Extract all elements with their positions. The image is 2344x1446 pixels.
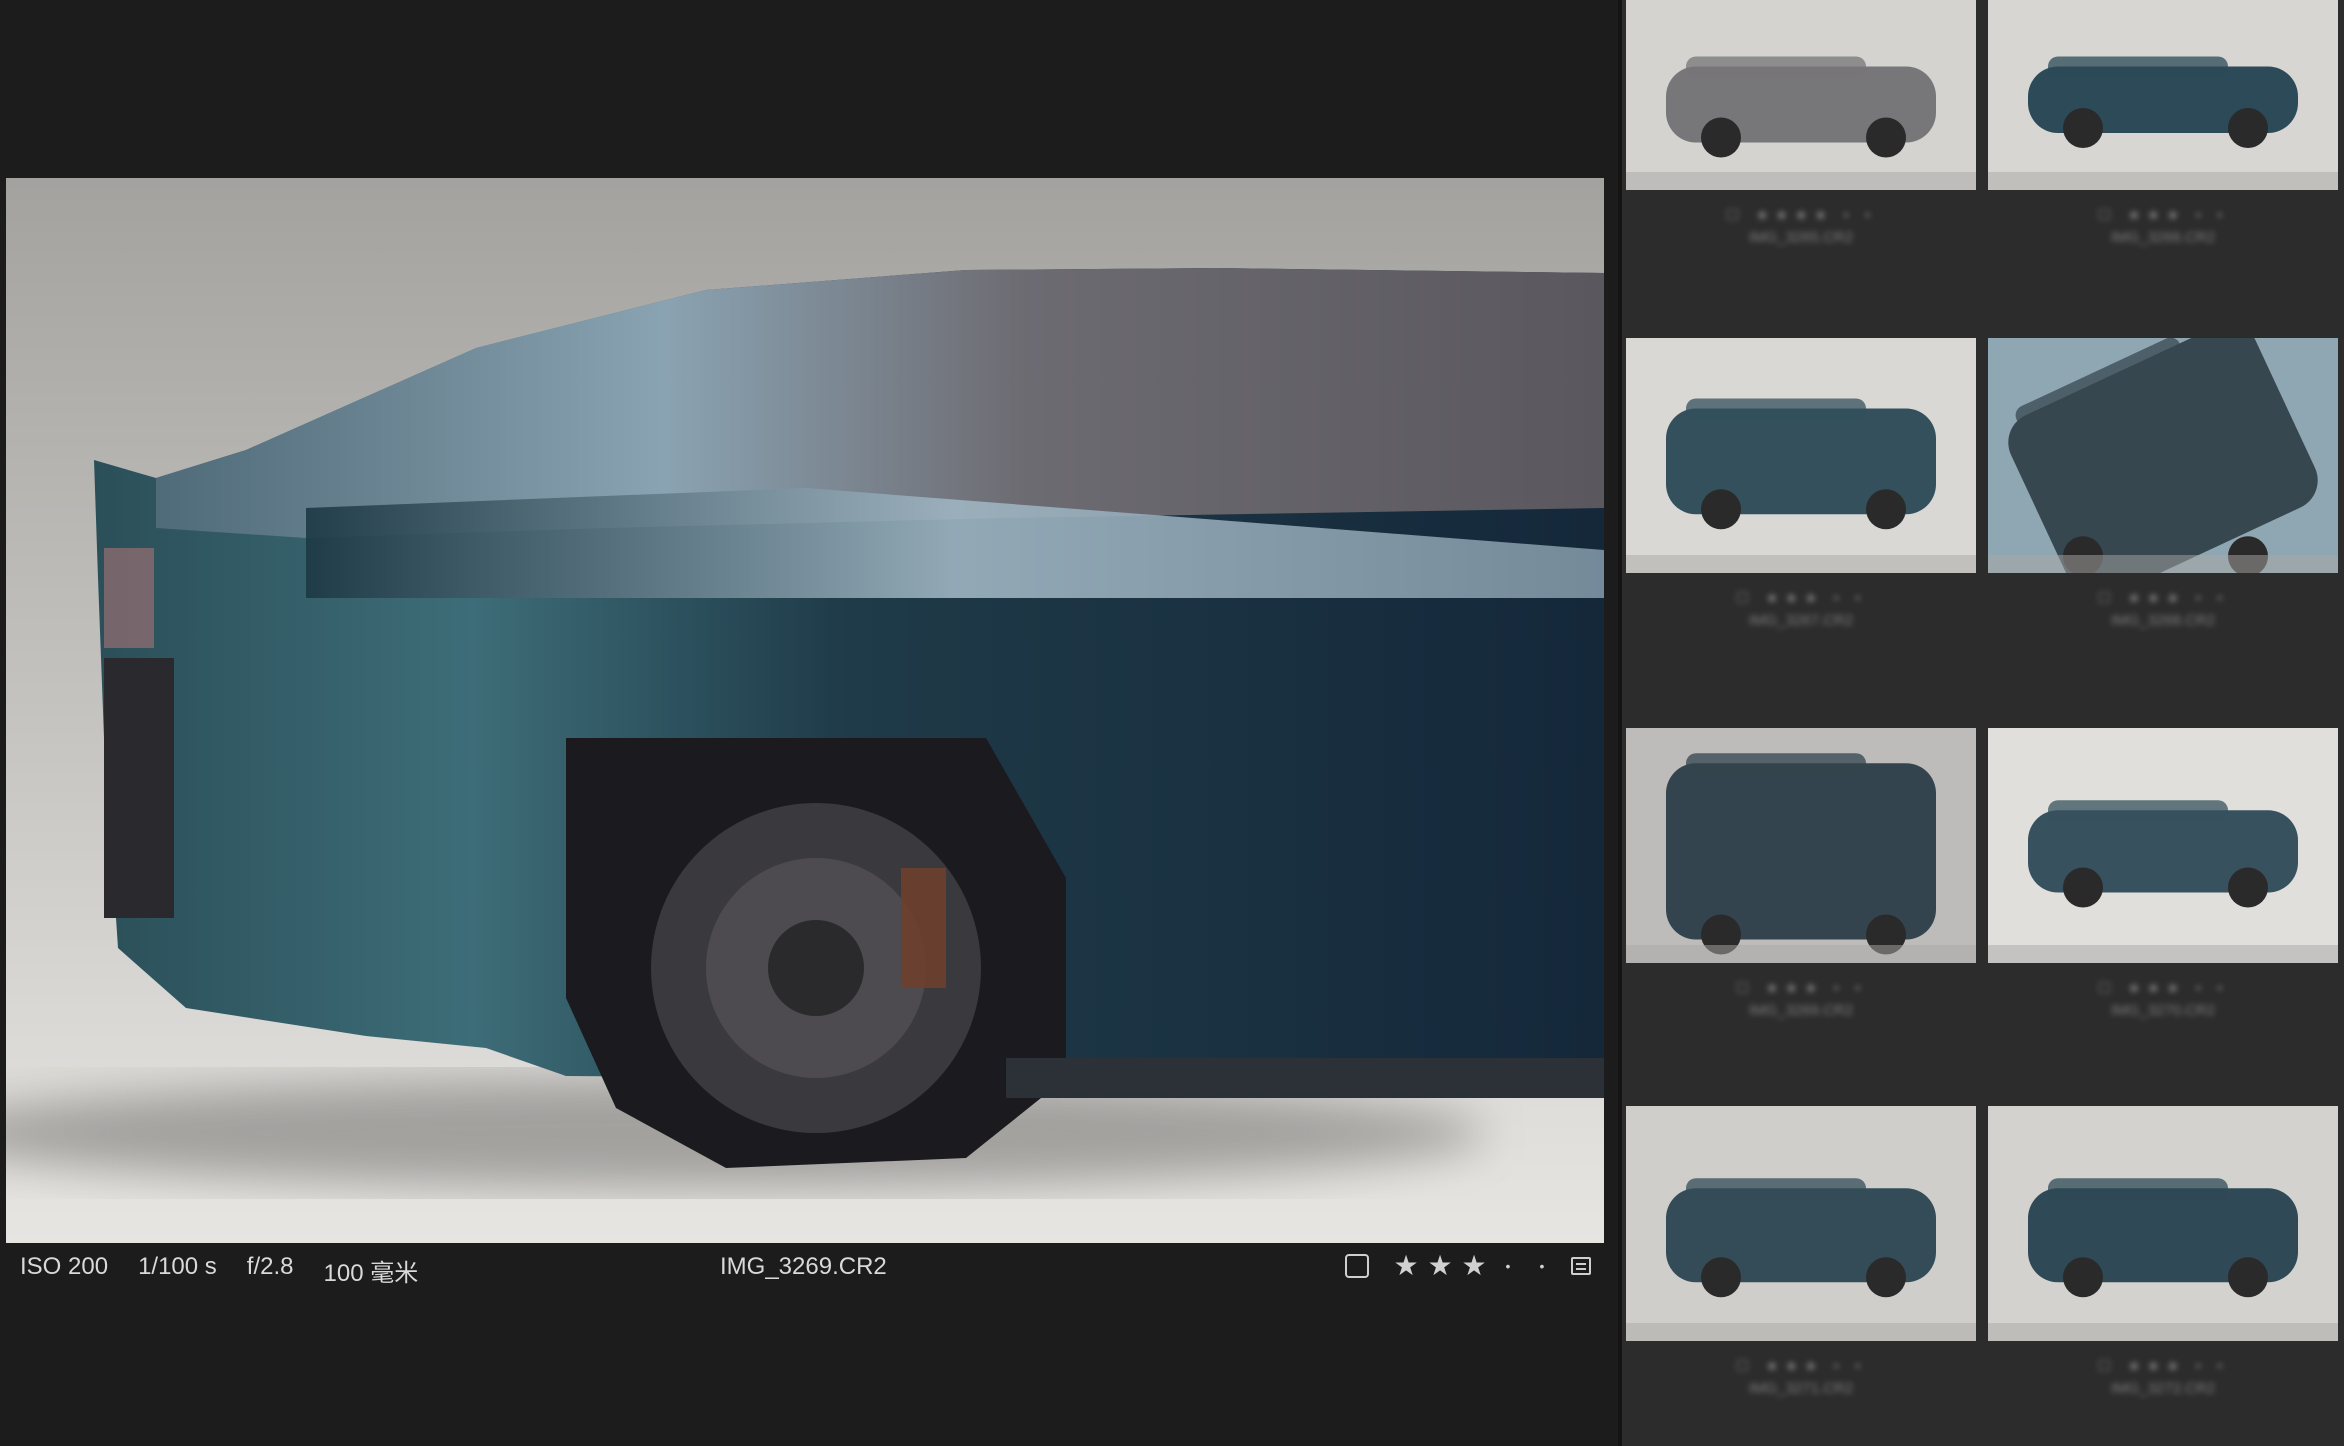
star-icon-filled[interactable]: ★ [1457, 1248, 1491, 1284]
star-icon-filled[interactable]: ★ [1389, 1248, 1423, 1284]
rating-controls: ★ ★ ★ • • [1345, 1248, 1591, 1284]
iso-value: ISO 200 [20, 1253, 109, 1280]
thumbnail-meta: ☐ ★★★ • • IMG_3268.CR2 [1988, 588, 2338, 632]
thumbnail-rating: ☐ ★★★★ • • [1725, 207, 1877, 224]
thumbnail-filename: IMG_3268.CR2 [2110, 612, 2216, 629]
thumbnail-meta: ☐ ★★★ • • IMG_3272.CR2 [1988, 1356, 2338, 1400]
thumbnail-filename: IMG_3270.CR2 [2110, 1002, 2216, 1019]
thumbnail-image[interactable] [1988, 338, 2338, 573]
star-icon-filled[interactable]: ★ [1423, 1248, 1457, 1284]
exif-info: ISO 200 1/100 s f/2.8 100 毫米 [20, 1253, 418, 1288]
star-rating[interactable]: ★ ★ ★ • • [1389, 1248, 1559, 1284]
focal-length: 100 毫米 [323, 1260, 419, 1287]
thumbnail-image[interactable] [1626, 338, 1976, 573]
thumbnail-filename: IMG_3265.CR2 [1748, 229, 1854, 246]
thumbnail-rating: ☐ ★★★ • • [1735, 590, 1867, 607]
info-panel-icon[interactable] [1571, 1257, 1591, 1275]
thumbnail-image[interactable] [1626, 728, 1976, 963]
thumbnail-meta: ☐ ★★★ • • IMG_3267.CR2 [1626, 588, 1976, 632]
thumbnail-rating: ☐ ★★★ • • [2097, 980, 2229, 997]
thumbnail-image[interactable] [1988, 0, 2338, 190]
file-name: IMG_3269.CR2 [720, 1253, 887, 1280]
thumbnail-rating: ☐ ★★★ • • [2097, 207, 2229, 224]
thumbnail-meta: ☐ ★★★ • • IMG_3270.CR2 [1988, 978, 2338, 1022]
thumbnail-image[interactable] [1988, 728, 2338, 963]
thumbnail-rating: ☐ ★★★ • • [1735, 980, 1867, 997]
star-icon-empty[interactable]: • [1525, 1248, 1559, 1284]
photo-viewer-app: ISO 200 1/100 s f/2.8 100 毫米 IMG_3269.CR… [0, 0, 2344, 1446]
thumbnail-meta: ☐ ★★★ • • IMG_3266.CR2 [1988, 205, 2338, 249]
image-info-bar: ISO 200 1/100 s f/2.8 100 毫米 IMG_3269.CR… [0, 1243, 1618, 1291]
thumbnail-meta: ☐ ★★★★ • • IMG_3265.CR2 [1626, 205, 1976, 249]
shutter-speed: 1/100 s [138, 1253, 217, 1280]
pick-flag-checkbox[interactable] [1345, 1254, 1369, 1278]
thumbnail-filename: IMG_3271.CR2 [1748, 1380, 1854, 1397]
aperture-value: f/2.8 [246, 1253, 294, 1280]
thumbnail-image[interactable] [1988, 1106, 2338, 1341]
thumbnail-rating: ☐ ★★★ • • [2097, 1358, 2229, 1375]
thumbnail-filename: IMG_3266.CR2 [2110, 229, 2216, 246]
main-photo[interactable] [6, 178, 1604, 1243]
loupe-viewer: ISO 200 1/100 s f/2.8 100 毫米 IMG_3269.CR… [0, 0, 1618, 1446]
filmstrip-panel: ☐ ★★★★ • • IMG_3265.CR2 ☐ ★★★ • • IMG_3266.… [1622, 0, 2344, 1446]
thumbnail-rating: ☐ ★★★ • • [1735, 1358, 1867, 1375]
star-icon-empty[interactable]: • [1491, 1248, 1525, 1284]
thumbnail-filename: IMG_3269.CR2 [1748, 1002, 1854, 1019]
thumbnail-rating: ☐ ★★★ • • [2097, 590, 2229, 607]
thumbnail-meta: ☐ ★★★ • • IMG_3269.CR2 [1626, 978, 1976, 1022]
thumbnail-image[interactable] [1626, 1106, 1976, 1341]
thumbnail-meta: ☐ ★★★ • • IMG_3271.CR2 [1626, 1356, 1976, 1400]
thumbnail-filename: IMG_3272.CR2 [2110, 1380, 2216, 1397]
thumbnail-filename: IMG_3267.CR2 [1748, 612, 1854, 629]
thumbnail-image[interactable] [1626, 0, 1976, 190]
